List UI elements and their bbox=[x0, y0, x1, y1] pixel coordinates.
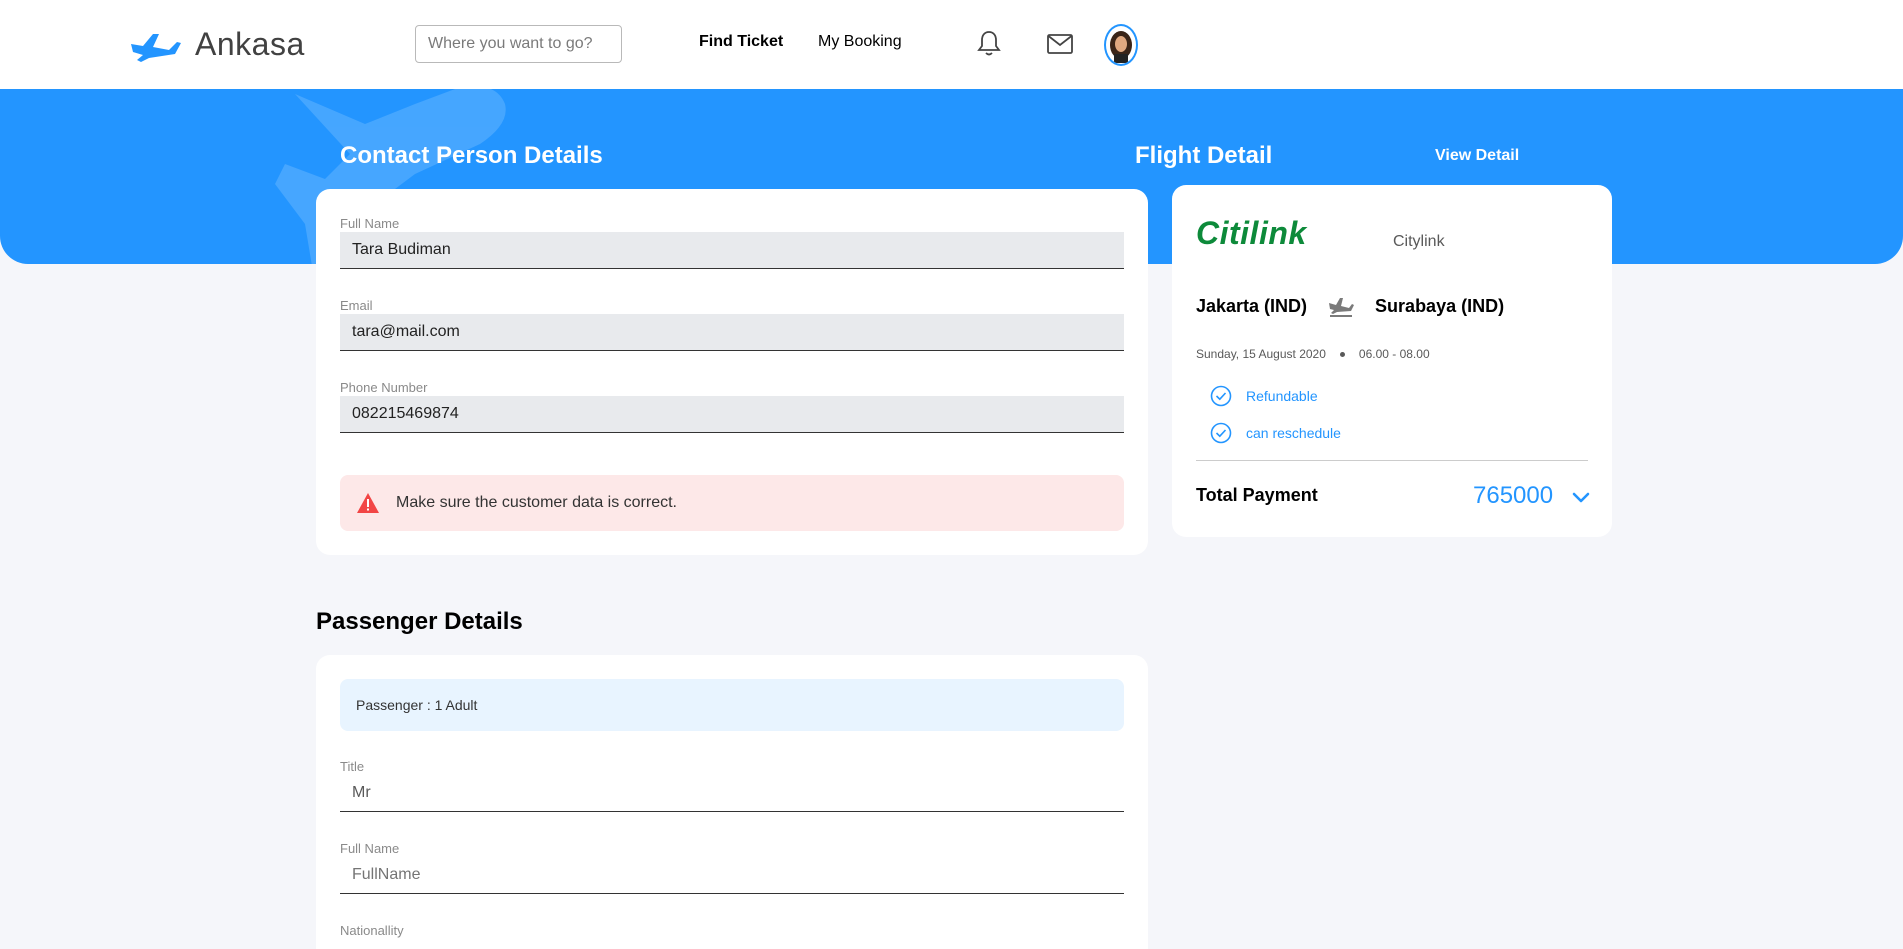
total-payment-label: Total Payment bbox=[1196, 485, 1318, 505]
contact-email-field: Email bbox=[340, 298, 1124, 351]
flight-section-title: Flight Detail bbox=[1135, 142, 1273, 169]
destination-city: Surabaya (IND) bbox=[1375, 295, 1505, 316]
passenger-title-input[interactable] bbox=[340, 775, 1124, 812]
feature-refundable: Refundable bbox=[1210, 385, 1318, 407]
field-label: Phone Number bbox=[340, 380, 428, 395]
nav-my-booking[interactable]: My Booking bbox=[818, 33, 902, 51]
brand[interactable]: Ankasa bbox=[129, 24, 305, 64]
warning-icon bbox=[357, 493, 379, 513]
passenger-nationality-field: Nationallity bbox=[340, 923, 1124, 939]
field-label: Full Name bbox=[340, 216, 400, 231]
divider bbox=[1196, 460, 1588, 461]
total-payment-value: 765000 bbox=[1473, 482, 1554, 509]
alert-banner: Make sure the customer data is correct. bbox=[340, 475, 1124, 531]
flight-route: Jakarta (IND) Surabaya (IND) bbox=[1196, 295, 1504, 317]
flight-card: Citilink Citylink Jakarta (IND) Surabaya… bbox=[1172, 185, 1612, 537]
brand-name: Ankasa bbox=[195, 25, 305, 62]
check-circle-icon bbox=[1210, 422, 1232, 444]
avatar[interactable] bbox=[1104, 24, 1138, 66]
plane-icon bbox=[1329, 298, 1355, 317]
contact-full-name-input[interactable] bbox=[340, 232, 1124, 269]
airline-name: Citylink bbox=[1393, 233, 1445, 250]
passenger-summary: Passenger : 1 Adult bbox=[340, 679, 1124, 731]
passenger-full-name-input[interactable] bbox=[340, 857, 1124, 894]
flight-schedule: Sunday, 15 August 2020 06.00 - 08.00 bbox=[1196, 347, 1430, 361]
flight-date: Sunday, 15 August 2020 bbox=[1196, 347, 1326, 361]
passenger-title-field: Title bbox=[340, 759, 1124, 812]
navbar: Ankasa Find Ticket My Booking bbox=[0, 0, 1903, 89]
feature-label: Refundable bbox=[1246, 388, 1318, 404]
alert-text: Make sure the customer data is correct. bbox=[396, 494, 677, 511]
airline-logo: Citilink bbox=[1196, 215, 1307, 251]
contact-full-name-field: Full Name bbox=[340, 216, 1124, 269]
field-label: Nationallity bbox=[340, 923, 404, 938]
chevron-down-icon[interactable] bbox=[1570, 487, 1592, 509]
passenger-card: Passenger : 1 Adult Title Full Name Nati… bbox=[316, 655, 1148, 949]
separator-dot bbox=[1339, 351, 1345, 357]
origin-city: Jakarta (IND) bbox=[1196, 295, 1308, 316]
nav-find-ticket[interactable]: Find Ticket bbox=[699, 33, 783, 51]
passenger-section-title: Passenger Details bbox=[316, 608, 523, 635]
mail-icon[interactable] bbox=[1046, 30, 1074, 58]
feature-reschedule: can reschedule bbox=[1210, 422, 1341, 444]
contact-card: Full Name Email Phone Number Make sure t… bbox=[316, 189, 1148, 555]
contact-section-title: Contact Person Details bbox=[340, 142, 603, 169]
search-input[interactable] bbox=[415, 25, 622, 63]
contact-phone-input[interactable] bbox=[340, 396, 1124, 433]
bell-icon[interactable] bbox=[975, 29, 1003, 57]
view-detail-link[interactable]: View Detail bbox=[1435, 147, 1519, 165]
contact-phone-field: Phone Number bbox=[340, 380, 1124, 433]
plane-logo-icon bbox=[131, 34, 181, 62]
passenger-full-name-field: Full Name bbox=[340, 841, 1124, 894]
feature-label: can reschedule bbox=[1246, 425, 1341, 441]
field-label: Email bbox=[340, 298, 373, 313]
check-circle-icon bbox=[1210, 385, 1232, 407]
flight-time: 06.00 - 08.00 bbox=[1358, 347, 1430, 361]
contact-email-input[interactable] bbox=[340, 314, 1124, 351]
profile-photo-icon bbox=[1110, 31, 1132, 63]
field-label: Title bbox=[340, 759, 365, 774]
field-label: Full Name bbox=[340, 841, 400, 856]
